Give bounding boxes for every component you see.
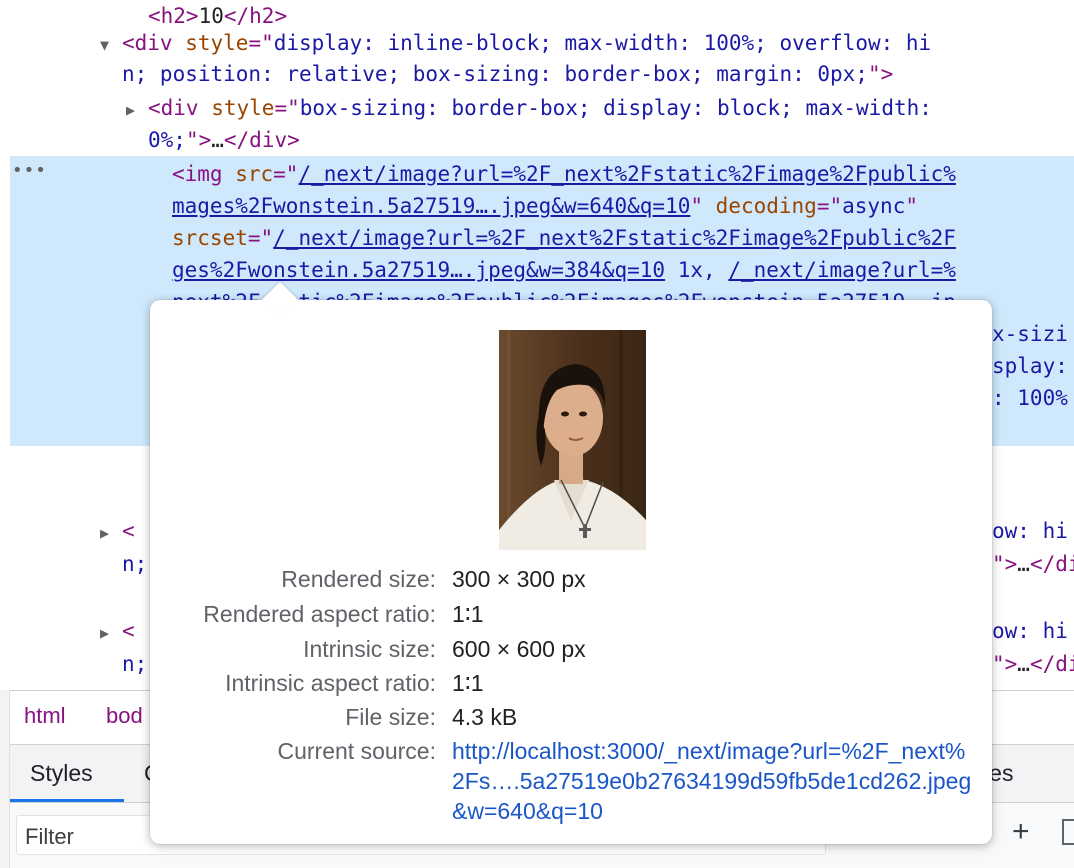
dom-tree-line[interactable]: n; [122,548,147,580]
rendered-size-row: Rendered size: 300 × 300 px [150,562,992,596]
filter-placeholder: Filter [25,824,74,849]
dom-tree-line[interactable]: n; position: relative; box-sizing: borde… [122,58,893,90]
expand-triangle-icon[interactable]: ▼ [100,29,122,61]
code-token: </div> [223,128,300,152]
rendered-aspect-ratio-row: Rendered aspect ratio: 1∶1 [150,597,992,631]
code-token: < [122,519,135,543]
code-token: <h2> [148,4,199,28]
dom-tree-line[interactable]: ow: hi [992,515,1068,547]
source-link[interactable]: /_next/image?url=%2F_next%2Fstatic%2Fima… [273,226,956,250]
code-token: ow: hi [992,519,1068,543]
code-token: 0%; [148,128,186,152]
code-token: </di [1029,652,1074,676]
current-source-link[interactable]: http://localhost:3000/_next/image?url=%2… [452,736,972,826]
code-token: " [690,194,716,218]
code-token: "> [992,652,1018,676]
rendered-aspect-ratio-value: 1∶1 [452,601,484,627]
code-token: box-sizing: border-box; display: block; … [299,96,932,120]
dom-tree-line[interactable]: mages%2Fwonstein.5a27519….jpeg&w=640&q=1… [172,190,918,222]
dom-tree-line[interactable]: ▶ <div style="box-sizing: border-box; dis… [126,92,932,124]
dom-tree-line[interactable]: ow: hi [992,615,1068,647]
dom-tree-line[interactable]: <img src="/_next/image?url=%2F_next%2Fst… [172,158,956,190]
file-size-label: File size: [345,704,436,730]
dom-tree-line[interactable]: ">…</di [992,548,1074,580]
intrinsic-aspect-ratio-value: 1∶1 [452,670,484,696]
code-token: =" [274,96,300,120]
dom-tree-line[interactable]: 0%;">…</div> [148,124,300,156]
code-token: style [185,31,249,55]
code-token: < [122,619,135,643]
code-token: =" [273,162,299,186]
toggle-sidebar-icon[interactable] [1062,819,1074,845]
intrinsic-size-value: 600 × 600 px [452,636,586,662]
code-token: <img [172,162,236,186]
breadcrumb-body[interactable]: bod [106,703,143,729]
dom-tree-line[interactable]: ▶ < [100,515,135,547]
code-token: n; [122,652,148,676]
code-token: srcset [172,226,248,250]
new-style-rule-icon[interactable]: + [1012,815,1030,849]
collapse-triangle-icon[interactable]: ▶ [126,94,148,126]
dom-tree-line[interactable]: x-sizi [992,318,1068,350]
image-preview-thumbnail [499,330,646,550]
source-link[interactable]: /_next/image?url=% [728,258,956,282]
code-token: 10 [198,4,224,28]
intrinsic-aspect-ratio-label: Intrinsic aspect ratio: [225,670,436,696]
code-token: =" [247,226,274,250]
code-token: =" [248,31,274,55]
tab-styles[interactable]: Styles [30,760,93,787]
rendered-aspect-ratio-label: Rendered aspect ratio: [203,601,436,627]
rendered-size-value: 300 × 300 px [452,566,586,592]
dom-tree-line[interactable]: n; [122,648,147,680]
code-token: src [235,162,274,186]
code-token: x-sizi [992,322,1068,346]
intrinsic-size-row: Intrinsic size: 600 × 600 px [150,632,992,666]
code-token: <div [148,96,212,120]
dom-tree-line[interactable]: ▶ < [100,615,135,647]
image-preview-tooltip: Rendered size: 300 × 300 px Rendered asp… [150,281,992,844]
breadcrumb-html[interactable]: html [24,703,66,729]
code-token: "> [992,552,1018,576]
code-token: … [1017,552,1030,576]
code-token: splay: [992,354,1068,378]
code-token: " [905,194,918,218]
intrinsic-aspect-ratio-row: Intrinsic aspect ratio: 1∶1 [150,666,992,700]
collapse-triangle-icon[interactable]: ▶ [100,517,122,549]
code-token: ow: hi [992,619,1068,643]
dom-tree-line[interactable]: ▼ <div style="display: inline-block; max-… [100,27,931,59]
source-link[interactable]: ges%2Fwonstein.5a27519….jpeg&w=384&q=10 [172,258,665,282]
code-token: n; position: relative; box-sizing: borde… [122,62,868,86]
dom-tree-line[interactable]: ges%2Fwonstein.5a27519….jpeg&w=384&q=10 … [172,254,956,286]
code-token: style [211,96,275,120]
rendered-size-label: Rendered size: [281,566,436,592]
code-token: … [211,128,224,152]
dom-tree-line[interactable]: srcset="/_next/image?url=%2F_next%2Fstat… [172,222,956,254]
dom-tree-line[interactable]: splay: [992,350,1068,382]
code-token: async [842,194,906,218]
collapse-triangle-icon[interactable]: ▶ [100,617,122,649]
code-token: </h2> [223,4,288,28]
code-token: "> [867,62,894,86]
file-size-row: File size: 4.3 kB [150,700,992,734]
more-options-icon[interactable]: ••• [12,160,47,181]
code-token: decoding [715,194,817,218]
dom-tree-line[interactable]: : 100% [992,382,1068,414]
code-token: n; [122,552,148,576]
source-link[interactable]: mages%2Fwonstein.5a27519….jpeg&w=640&q=1… [172,194,690,218]
code-token: : 100% [992,386,1068,410]
source-link[interactable]: /_next/image?url=%2F_next%2Fstatic%2Fima… [298,162,955,186]
file-size-value: 4.3 kB [452,704,518,730]
current-source-label: Current source: [277,738,436,764]
intrinsic-size-label: Intrinsic size: [303,636,436,662]
code-token: =" [816,194,843,218]
code-token: <div [122,31,186,55]
code-token: display: inline-block; max-width: 100%; … [273,31,932,55]
code-token: "> [185,128,212,152]
code-token: … [1017,652,1030,676]
dom-tree-line[interactable]: ">…</di [992,648,1074,680]
code-token: </di [1029,552,1074,576]
code-token: 1x, [665,258,729,282]
